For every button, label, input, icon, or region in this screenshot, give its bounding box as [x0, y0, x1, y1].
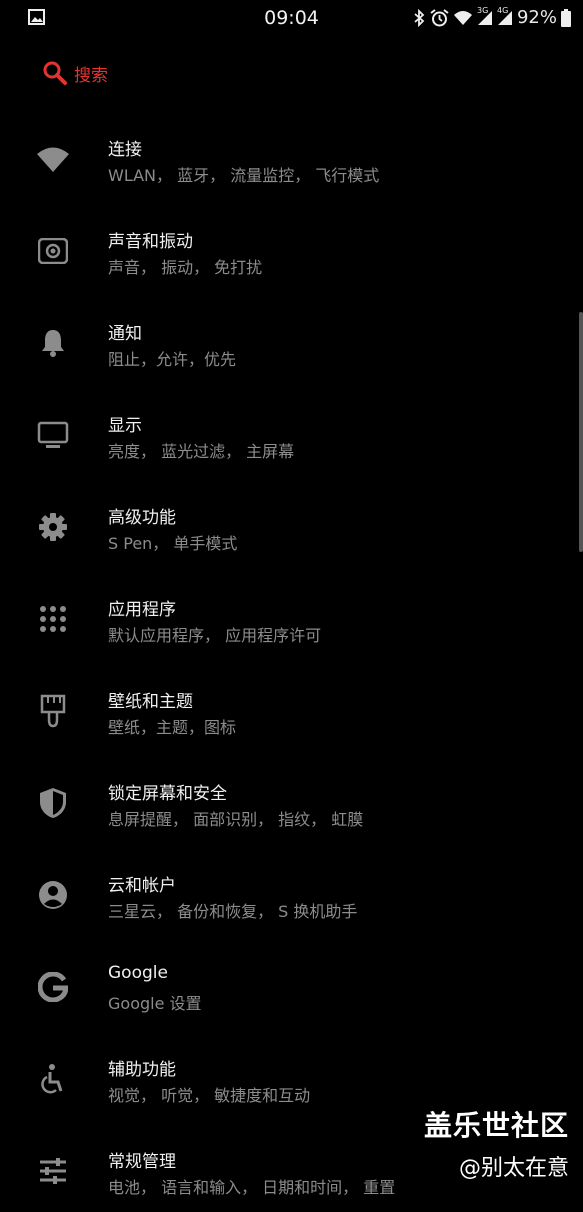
gear-icon	[36, 510, 70, 544]
signal-3g-icon: 3G	[477, 6, 493, 26]
sliders-icon	[36, 1154, 70, 1188]
watermark-author: @别太在意	[458, 1156, 569, 1181]
settings-item-title: 应用程序	[108, 600, 176, 620]
settings-item-title: 连接	[108, 140, 142, 160]
settings-item-subtitle: WLAN， 蓝牙， 流量监控， 飞行模式	[108, 166, 380, 185]
battery-icon	[561, 8, 571, 27]
settings-list: 连接 WLAN， 蓝牙， 流量监控， 飞行模式 声音和振动 声音， 振动， 免打…	[0, 108, 583, 1212]
network-3g-label: 3G	[476, 5, 489, 15]
settings-item-subtitle: 阻止，允许，优先	[108, 350, 237, 369]
settings-item-sound[interactable]: 声音和振动 声音， 振动， 免打扰	[0, 200, 583, 292]
settings-item-title: 显示	[108, 416, 142, 436]
settings-item-subtitle: 壁纸，主题，图标	[108, 718, 237, 737]
settings-item-title: 锁定屏幕和安全	[108, 784, 227, 804]
account-icon	[36, 878, 70, 912]
settings-item-notifications[interactable]: 通知 阻止，允许，优先	[0, 292, 583, 384]
settings-item-subtitle: 三星云， 备份和恢复， S 换机助手	[108, 902, 358, 921]
status-bar: 09:04 3G 4G 92%	[0, 0, 583, 36]
search-icon	[42, 60, 68, 86]
settings-item-advanced[interactable]: 高级功能 S Pen， 单手模式	[0, 476, 583, 568]
bell-icon	[36, 326, 70, 360]
settings-item-wallpaper[interactable]: 壁纸和主题 壁纸，主题，图标	[0, 660, 583, 752]
settings-item-title: 通知	[108, 324, 142, 344]
network-4g-label: 4G	[496, 5, 509, 15]
accessibility-icon	[36, 1062, 70, 1096]
settings-item-subtitle: S Pen， 单手模式	[108, 534, 238, 553]
settings-item-connections[interactable]: 连接 WLAN， 蓝牙， 流量监控， 飞行模式	[0, 108, 583, 200]
settings-item-google[interactable]: Google Google 设置	[0, 936, 583, 1028]
settings-item-lockscreen[interactable]: 锁定屏幕和安全 息屏提醒， 面部识别， 指纹， 虹膜	[0, 752, 583, 844]
wifi-status-icon	[453, 10, 473, 26]
alarm-icon	[430, 8, 449, 27]
settings-item-title: 高级功能	[108, 508, 176, 528]
settings-item-title: 壁纸和主题	[108, 692, 193, 712]
sound-vibration-icon	[36, 234, 70, 268]
settings-item-subtitle: Google 设置	[108, 994, 202, 1013]
search-button[interactable]: 搜索	[42, 60, 108, 86]
settings-item-subtitle: 息屏提醒， 面部识别， 指纹， 虹膜	[108, 810, 364, 829]
status-icons: 3G 4G 92%	[413, 6, 571, 28]
settings-item-subtitle: 默认应用程序， 应用程序许可	[108, 626, 322, 645]
settings-item-title: 常规管理	[108, 1152, 176, 1172]
settings-item-subtitle: 声音， 振动， 免打扰	[108, 258, 263, 277]
settings-item-title: Google	[108, 963, 168, 983]
settings-item-subtitle: 视觉， 听觉， 敏捷度和互动	[108, 1086, 311, 1105]
settings-item-title: 辅助功能	[108, 1060, 176, 1080]
brush-icon	[36, 694, 70, 728]
settings-item-cloud-accounts[interactable]: 云和帐户 三星云， 备份和恢复， S 换机助手	[0, 844, 583, 936]
signal-4g-icon: 4G	[497, 6, 513, 26]
settings-item-subtitle: 电池， 语言和输入， 日期和时间， 重置	[108, 1178, 396, 1197]
google-icon	[36, 970, 70, 1004]
apps-grid-icon	[36, 602, 70, 636]
settings-item-title: 声音和振动	[108, 232, 193, 252]
shield-icon	[36, 786, 70, 820]
search-label: 搜索	[74, 65, 108, 86]
watermark: 盖乐世社区 @别太在意	[424, 1104, 569, 1182]
wifi-icon	[36, 142, 70, 176]
watermark-title: 盖乐世社区	[423, 1109, 569, 1142]
settings-item-title: 云和帐户	[108, 876, 176, 896]
bluetooth-icon	[413, 8, 426, 27]
scrollbar[interactable]	[579, 312, 583, 552]
battery-percent: 92%	[516, 7, 557, 28]
settings-item-display[interactable]: 显示 亮度， 蓝光过滤， 主屏幕	[0, 384, 583, 476]
settings-item-subtitle: 亮度， 蓝光过滤， 主屏幕	[108, 442, 295, 461]
monitor-icon	[36, 418, 70, 452]
settings-item-apps[interactable]: 应用程序 默认应用程序， 应用程序许可	[0, 568, 583, 660]
